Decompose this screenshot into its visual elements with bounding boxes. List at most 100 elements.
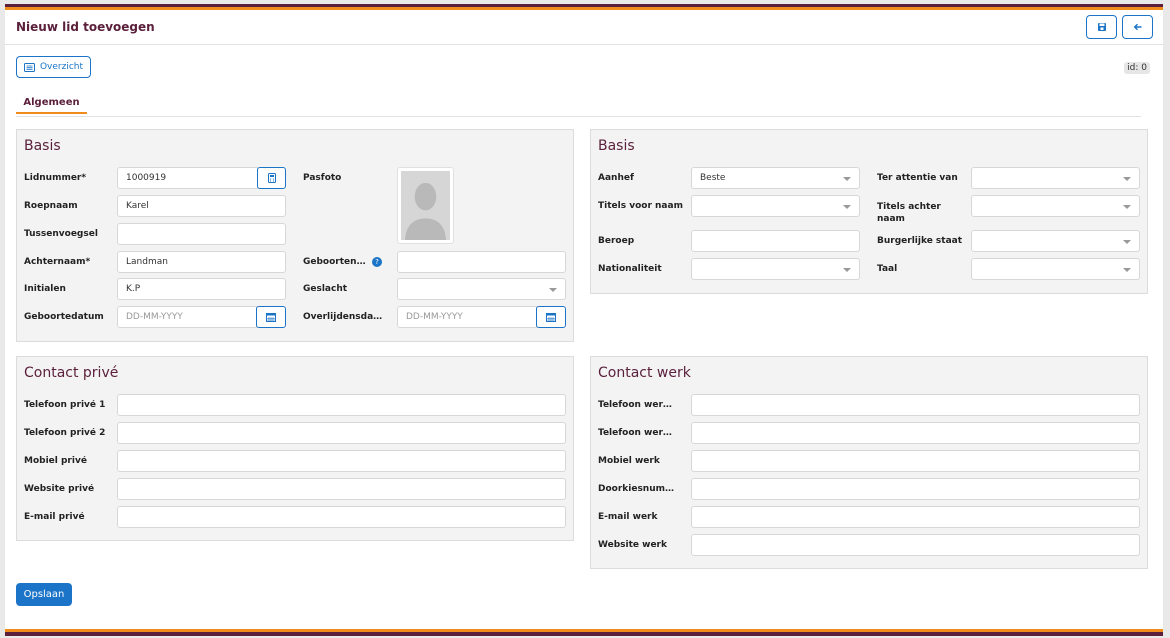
- email-prive-label: E-mail privé: [24, 512, 85, 522]
- mobiel-werk-input[interactable]: [691, 450, 1140, 472]
- panel-title: Contact privé: [24, 365, 119, 381]
- website-werk-label: Website werk: [598, 540, 667, 550]
- id-badge: id: 0: [1124, 62, 1150, 74]
- overview-button[interactable]: Overzicht: [16, 56, 91, 78]
- tussenvoegsel-input[interactable]: [117, 223, 286, 245]
- burgerlijke-staat-label: Burgerlijke staat: [877, 236, 963, 246]
- overlijdensdatum-calendar-button[interactable]: [536, 306, 566, 328]
- titels-voor-label: Titels voor naam: [598, 201, 683, 211]
- chevron-down-icon: [843, 177, 851, 181]
- page-header: Nieuw lid toevoegen: [5, 10, 1163, 45]
- roepnaam-label: Roepnaam: [24, 201, 78, 211]
- tab-algemeen[interactable]: Algemeen: [16, 97, 87, 114]
- telefoon-prive-2-label: Telefoon privé 2: [24, 428, 106, 438]
- arrow-left-icon: [1133, 23, 1141, 31]
- mobiel-prive-input[interactable]: [117, 450, 566, 472]
- telefoon-werk-2-label: Telefoon werk 2: [598, 428, 676, 438]
- save-button[interactable]: Opslaan: [16, 583, 72, 606]
- nationaliteit-select[interactable]: [691, 258, 860, 280]
- floppy-disk-icon: [1097, 23, 1106, 31]
- back-button[interactable]: [1122, 15, 1153, 39]
- generate-number-button[interactable]: [257, 167, 286, 189]
- panel-title: Basis: [24, 138, 61, 154]
- taal-select[interactable]: [971, 258, 1140, 280]
- pasfoto-label: Pasfoto: [303, 173, 342, 183]
- chevron-down-icon: [1123, 268, 1131, 272]
- titels-voor-select[interactable]: [691, 195, 860, 217]
- tussenvoegsel-label: Tussenvoegsel: [24, 229, 98, 239]
- doorkiesnummer-label: Doorkiesnumm...: [598, 484, 676, 494]
- basis-right-panel: Basis Aanhef Beste Titels voor naam Bero…: [590, 129, 1148, 294]
- telefoon-prive-1-input[interactable]: [117, 394, 566, 416]
- lidnummer-input[interactable]: 1000919: [117, 167, 258, 189]
- lidnummer-label: Lidnummer*: [24, 173, 87, 183]
- help-icon[interactable]: ?: [372, 257, 382, 267]
- calculator-icon: [267, 173, 276, 183]
- doorkiesnummer-input[interactable]: [691, 478, 1140, 500]
- calendar-icon: [266, 313, 276, 322]
- initialen-label: Initialen: [24, 284, 66, 294]
- chevron-down-icon: [1123, 240, 1131, 244]
- overlijdensdatum-input[interactable]: DD-MM-YYYY: [397, 306, 537, 328]
- geboortenaam-label: Geboortena...: [303, 257, 371, 267]
- achternaam-label: Achternaam*: [24, 257, 91, 267]
- calendar-icon: [546, 313, 556, 322]
- email-prive-input[interactable]: [117, 506, 566, 528]
- mobiel-prive-label: Mobiel privé: [24, 456, 87, 466]
- ter-attentie-label: Ter attentie van: [877, 173, 958, 183]
- aanhef-select[interactable]: Beste: [691, 167, 860, 189]
- aanhef-label: Aanhef: [598, 173, 634, 183]
- beroep-input[interactable]: [691, 230, 860, 252]
- achternaam-input[interactable]: Landman: [117, 251, 286, 273]
- aanhef-value: Beste: [700, 173, 726, 183]
- panel-title: Contact werk: [598, 365, 691, 381]
- email-werk-input[interactable]: [691, 506, 1140, 528]
- footer-accent-stripe: [5, 629, 1163, 636]
- nationaliteit-label: Nationaliteit: [598, 264, 662, 274]
- telefoon-prive-1-label: Telefoon privé 1: [24, 400, 106, 410]
- website-werk-input[interactable]: [691, 534, 1140, 556]
- overlijdensdatum-label: Overlijdensdatu...: [303, 312, 383, 322]
- telefoon-werk-1-label: Telefoon werk 1: [598, 400, 676, 410]
- geslacht-select[interactable]: [397, 278, 566, 300]
- burgerlijke-staat-select[interactable]: [971, 230, 1140, 252]
- app-window: Nieuw lid toevoegen Overzicht id: 0 Alge…: [5, 4, 1163, 636]
- overview-label: Overzicht: [39, 62, 84, 72]
- panel-title: Basis: [598, 138, 635, 154]
- website-prive-input[interactable]: [117, 478, 566, 500]
- taal-label: Taal: [877, 264, 898, 274]
- geslacht-label: Geslacht: [303, 284, 348, 294]
- email-werk-label: E-mail werk: [598, 512, 658, 522]
- website-prive-label: Website privé: [24, 484, 95, 494]
- contact-prive-panel: Contact privé Telefoon privé 1 Telefoon …: [16, 356, 574, 541]
- telefoon-prive-2-input[interactable]: [117, 422, 566, 444]
- overlijdensdatum-placeholder: DD-MM-YYYY: [406, 312, 463, 322]
- tab-divider: [16, 116, 1141, 117]
- initialen-input[interactable]: K.P: [117, 278, 286, 300]
- titels-achter-label: Titels achter naam: [877, 202, 941, 224]
- chevron-down-icon: [1123, 177, 1131, 181]
- telefoon-werk-2-input[interactable]: [691, 422, 1140, 444]
- telefoon-werk-1-input[interactable]: [691, 394, 1140, 416]
- geboortenaam-input[interactable]: [397, 251, 566, 273]
- beroep-label: Beroep: [598, 236, 635, 246]
- geboortedatum-label: Geboortedatum: [24, 312, 104, 322]
- save-icon-button[interactable]: [1086, 15, 1117, 39]
- chevron-down-icon: [843, 205, 851, 209]
- chevron-down-icon: [1123, 205, 1131, 209]
- roepnaam-input[interactable]: Karel: [117, 195, 286, 217]
- page-title: Nieuw lid toevoegen: [16, 20, 155, 34]
- chevron-down-icon: [843, 268, 851, 272]
- basis-left-panel: Basis Lidnummer* 1000919 Roepnaam Karel …: [16, 129, 574, 342]
- chevron-down-icon: [549, 288, 557, 292]
- geboortedatum-placeholder: DD-MM-YYYY: [126, 312, 183, 322]
- geboortedatum-calendar-button[interactable]: [256, 306, 286, 328]
- avatar-silhouette-icon: [401, 171, 450, 240]
- mobiel-werk-label: Mobiel werk: [598, 456, 660, 466]
- pasfoto-placeholder[interactable]: [397, 167, 454, 244]
- geboortedatum-input[interactable]: DD-MM-YYYY: [117, 306, 257, 328]
- titels-achter-select[interactable]: [971, 195, 1140, 217]
- contact-werk-panel: Contact werk Telefoon werk 1 Telefoon we…: [590, 356, 1148, 569]
- list-card-icon: [23, 62, 35, 72]
- ter-attentie-select[interactable]: [971, 167, 1140, 189]
